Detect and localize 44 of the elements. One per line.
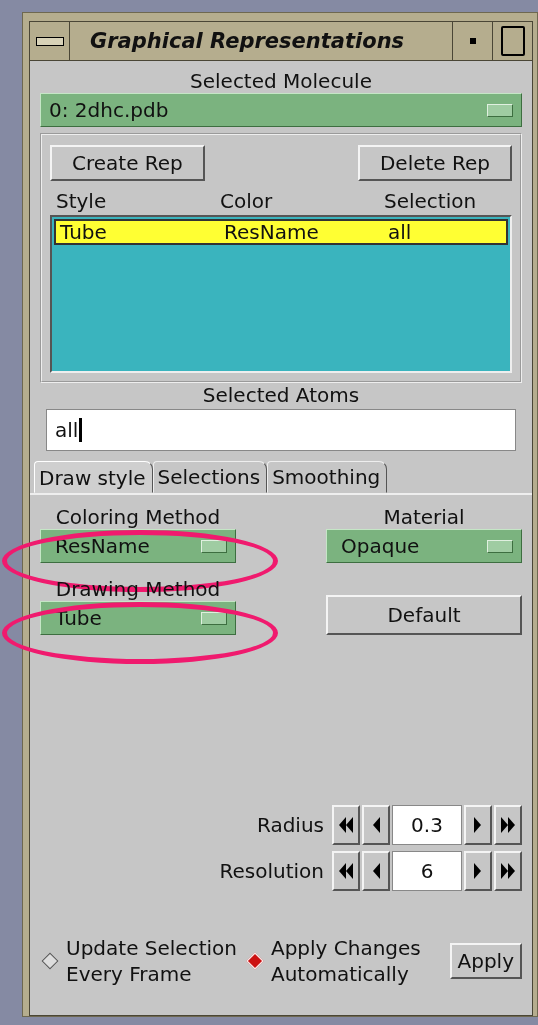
rep-button[interactable]: Delete Rep bbox=[357, 145, 512, 181]
fast-decrement-button[interactable] bbox=[332, 851, 360, 891]
fast-increment-button[interactable] bbox=[494, 851, 522, 891]
increment-button[interactable] bbox=[464, 805, 492, 845]
molecule-dropdown[interactable]: 0: 2dhc.pdb bbox=[40, 93, 522, 127]
left-arrow-icon bbox=[372, 815, 380, 835]
tab[interactable]: Draw style bbox=[34, 461, 153, 493]
double-right-arrow-icon bbox=[501, 861, 515, 881]
double-left-arrow-icon bbox=[339, 815, 353, 835]
decrement-button[interactable] bbox=[362, 851, 390, 891]
option-label: Apply Changes Automatically bbox=[270, 935, 421, 987]
left-arrow-icon bbox=[372, 861, 380, 881]
table-cell-text: Tube bbox=[60, 221, 108, 243]
increment-button[interactable] bbox=[464, 851, 492, 891]
column-header: Style bbox=[56, 189, 108, 213]
spinner-field[interactable]: 0.3 bbox=[392, 805, 462, 845]
right-arrow-icon bbox=[474, 815, 482, 835]
selected-molecule-label: Selected Molecule bbox=[189, 69, 373, 93]
column-header: Selection bbox=[384, 189, 478, 213]
window-title: Graphical Representations bbox=[89, 28, 406, 55]
spinner-field[interactable]: 6 bbox=[392, 851, 462, 891]
tab[interactable]: Selections bbox=[152, 461, 268, 493]
coloring-method-label: Coloring Method bbox=[54, 505, 222, 529]
spinner-label: Radius bbox=[256, 813, 324, 837]
rep-button[interactable]: Create Rep bbox=[50, 145, 205, 181]
default-button[interactable]: Default bbox=[326, 595, 522, 635]
fast-decrement-button[interactable] bbox=[332, 805, 360, 845]
table-cell-text: all bbox=[388, 221, 413, 243]
table-cell-text: ResName bbox=[224, 221, 320, 243]
right-arrow-icon bbox=[474, 861, 482, 881]
option-label: Update Selection Every Frame bbox=[66, 935, 237, 987]
selected-atoms-label: Selected Atoms bbox=[201, 383, 361, 407]
material-label: Material bbox=[382, 505, 466, 529]
decrement-button[interactable] bbox=[362, 805, 390, 845]
double-right-arrow-icon bbox=[501, 815, 515, 835]
selected-atoms-field[interactable]: all bbox=[46, 409, 516, 451]
tab[interactable]: Smoothing bbox=[267, 461, 388, 493]
material-dropdown[interactable]: Opaque bbox=[326, 529, 522, 563]
double-left-arrow-icon bbox=[339, 861, 353, 881]
apply-button[interactable]: Apply bbox=[449, 943, 522, 979]
fast-increment-button[interactable] bbox=[494, 805, 522, 845]
column-header: Color bbox=[220, 189, 274, 213]
rep-row[interactable]: Tube ResName all bbox=[54, 219, 508, 245]
spinner-label: Resolution bbox=[219, 859, 324, 883]
